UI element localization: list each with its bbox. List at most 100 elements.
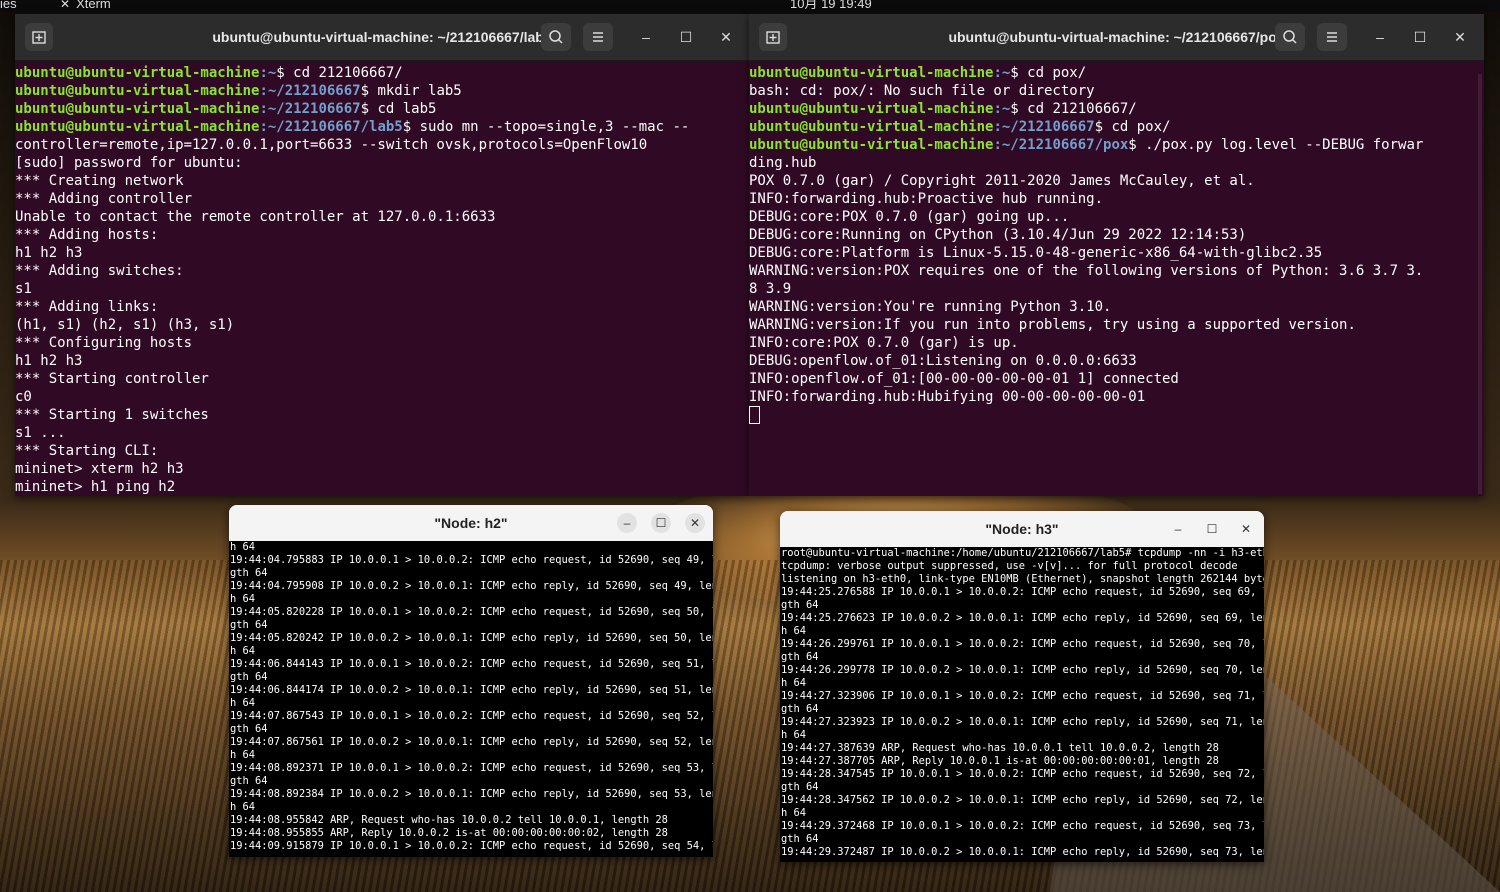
terminal-header-bar[interactable]: ubuntu@ubuntu-virtual-machine: ~/2121066… xyxy=(15,14,749,61)
menu-button[interactable] xyxy=(1317,23,1347,51)
minimize-button[interactable]: – xyxy=(1168,519,1188,539)
close-button[interactable]: ✕ xyxy=(1450,27,1470,47)
terminal-line: Unable to contact the remote controller … xyxy=(15,209,496,225)
maximize-button[interactable]: ☐ xyxy=(676,27,696,47)
maximize-icon: ☐ xyxy=(1413,29,1427,45)
maximize-icon: ☐ xyxy=(679,29,693,45)
xterm-line: gth 64 xyxy=(781,703,819,715)
prompt-path: :~ xyxy=(259,65,277,81)
xterm-line: h 64 xyxy=(230,697,256,709)
xterm-line: h 64 xyxy=(230,801,256,813)
maximize-icon: ☐ xyxy=(1206,522,1218,536)
prompt-user: ubuntu@ubuntu-virtual-machine xyxy=(15,119,260,135)
xterm-line: 19:44:08.955855 ARP, Reply 10.0.0.2 is-a… xyxy=(230,827,668,839)
close-icon: ✕ xyxy=(1454,29,1466,45)
terminal-line: mininet> xterm h2 h3 xyxy=(15,461,184,477)
terminal-line: ubuntu@ubuntu-virtual-machine:~/21210666… xyxy=(749,136,1484,154)
terminal-window-pox[interactable]: ubuntu@ubuntu-virtual-machine: ~/2121066… xyxy=(749,14,1484,496)
xterm-line: 19:44:08.892371 IP 10.0.0.1 > 10.0.0.2: … xyxy=(230,762,713,774)
search-button[interactable] xyxy=(1275,23,1305,51)
search-button[interactable] xyxy=(541,23,571,51)
close-icon: ✕ xyxy=(689,516,701,530)
terminal-header-bar[interactable]: ubuntu@ubuntu-virtual-machine: ~/2121066… xyxy=(749,14,1484,61)
xterm-line: h 64 xyxy=(230,541,256,553)
xterm-output[interactable]: root@ubuntu-virtual-machine:/home/ubuntu… xyxy=(780,547,1264,862)
menu-button[interactable] xyxy=(583,23,613,51)
maximize-button[interactable]: ☐ xyxy=(1202,519,1222,539)
prompt-user: ubuntu@ubuntu-virtual-machine xyxy=(749,119,994,135)
minimize-button[interactable]: – xyxy=(636,27,656,47)
maximize-button[interactable]: ☐ xyxy=(1410,27,1430,47)
terminal-line: DEBUG:core:POX 0.7.0 (gar) going up... xyxy=(749,209,1070,225)
xterm-line: h 64 xyxy=(781,807,807,819)
terminal-output[interactable]: ubuntu@ubuntu-virtual-machine :~ $ cd pox/… xyxy=(749,61,1484,496)
terminal-line: ubuntu@ubuntu-virtual-machine:~/21210666… xyxy=(15,82,749,100)
terminal-line: *** Adding controller xyxy=(15,191,193,207)
xterm-title-bar[interactable]: "Node: h3" – ☐ ✕ xyxy=(780,511,1264,547)
activities-button[interactable]: ies xyxy=(0,0,17,10)
terminal-line: bash: cd: pox/: No such file or director… xyxy=(749,83,1095,99)
xterm-line: gth 64 xyxy=(230,723,268,735)
prompt-user: ubuntu@ubuntu-virtual-machine xyxy=(15,65,260,81)
close-button[interactable]: ✕ xyxy=(685,513,705,533)
terminal-line: *** Configuring hosts xyxy=(15,335,193,351)
command-text: $ cd 212106667/ xyxy=(276,65,403,81)
prompt-user: ubuntu@ubuntu-virtual-machine xyxy=(15,101,260,117)
terminal-window-lab5[interactable]: ubuntu@ubuntu-virtual-machine: ~/2121066… xyxy=(15,14,749,496)
xterm-line: 19:44:05.820228 IP 10.0.0.1 > 10.0.0.2: … xyxy=(230,606,713,618)
minimize-button[interactable]: – xyxy=(617,513,637,533)
command-text: $ cd pox/ xyxy=(1094,119,1171,135)
command-text: $ ./pox.py log.level --DEBUG forwar xyxy=(1128,137,1424,153)
xterm-line: gth 64 xyxy=(781,599,819,611)
maximize-button[interactable]: ☐ xyxy=(651,513,671,533)
minimize-button[interactable]: – xyxy=(1370,27,1390,47)
terminal-output[interactable]: ubuntu@ubuntu-virtual-machine:~$ cd 2121… xyxy=(15,61,749,496)
window-title: "Node: h3" xyxy=(985,521,1059,537)
close-icon: ✕ xyxy=(720,29,732,45)
terminal-line: 8 3.9 xyxy=(749,281,792,297)
terminal-line: *** Starting CLI: xyxy=(15,443,159,459)
terminal-line: ubuntu@ubuntu-virtual-machine:~/21210666… xyxy=(15,100,749,118)
terminal-line: h1 h2 h3 xyxy=(15,245,83,261)
close-button[interactable]: ✕ xyxy=(716,27,736,47)
xterm-window-h3[interactable]: "Node: h3" – ☐ ✕ root@ubuntu-virtual-mac… xyxy=(780,511,1264,862)
terminal-line: mininet> h1 ping h2 xyxy=(15,479,176,495)
clock[interactable]: 10月 19 19:49 xyxy=(790,0,872,10)
scrollbar[interactable] xyxy=(1478,74,1482,494)
top-bar: ies ✕ Xterm 10月 19 19:49 xyxy=(0,0,1500,12)
prompt-path: :~/212106667/lab5 xyxy=(259,119,403,135)
close-icon: ✕ xyxy=(1240,522,1252,536)
xterm-title-bar[interactable]: "Node: h2" – ☐ ✕ xyxy=(229,505,713,541)
maximize-icon: ☐ xyxy=(655,516,667,530)
xterm-line: 19:44:07.867561 IP 10.0.0.2 > 10.0.0.1: … xyxy=(230,736,713,748)
close-button[interactable]: ✕ xyxy=(1236,519,1256,539)
active-app-indicator[interactable]: ✕ Xterm xyxy=(60,0,111,10)
terminal-line: ubuntu@ubuntu-virtual-machine:~/21210666… xyxy=(749,118,1484,136)
xterm-line: 19:44:06.844174 IP 10.0.0.2 > 10.0.0.1: … xyxy=(230,684,713,696)
xterm-window-h2[interactable]: "Node: h2" – ☐ ✕ h 64 19:44:04.795883 IP … xyxy=(229,505,713,857)
command-text: $ cd lab5 xyxy=(360,101,437,117)
prompt-path: :~/212106667 xyxy=(259,83,361,99)
xterm-line: tcpdump: verbose output suppressed, use … xyxy=(781,560,1238,572)
prompt-path: :~ xyxy=(993,65,1011,81)
search-icon xyxy=(1283,30,1297,44)
terminal-line: *** Adding switches: xyxy=(15,263,184,279)
xterm-line: gth 64 xyxy=(230,775,268,787)
terminal-line: *** Starting 1 switches xyxy=(15,407,209,423)
xterm-line: gth 64 xyxy=(230,671,268,683)
xterm-line: gth 64 xyxy=(230,567,268,579)
terminal-line: ubuntu@ubuntu-virtual-machine:~/21210666… xyxy=(15,118,749,136)
prompt-user: ubuntu@ubuntu-virtual-machine xyxy=(749,101,994,117)
xterm-line: h 64 xyxy=(230,593,256,605)
terminal-line: *** Adding hosts: xyxy=(15,227,159,243)
terminal-line: WARNING:version:If you run into problems… xyxy=(749,317,1356,333)
xterm-line: 19:44:25.276588 IP 10.0.0.1 > 10.0.0.2: … xyxy=(781,586,1264,598)
xterm-line: h 64 xyxy=(781,677,807,689)
xterm-line: 19:44:26.299778 IP 10.0.0.2 > 10.0.0.1: … xyxy=(781,664,1264,676)
window-title: "Node: h2" xyxy=(434,515,508,531)
terminal-line: h1 h2 h3 xyxy=(15,353,83,369)
terminal-line: DEBUG:core:Platform is Linux-5.15.0-48-g… xyxy=(749,245,1323,261)
prompt-path: :~/212106667/pox xyxy=(993,137,1129,153)
xterm-output[interactable]: h 64 19:44:04.795883 IP 10.0.0.1 > 10.0.0… xyxy=(229,541,713,857)
xterm-line: 19:44:08.955842 ARP, Request who-has 10.… xyxy=(230,814,668,826)
